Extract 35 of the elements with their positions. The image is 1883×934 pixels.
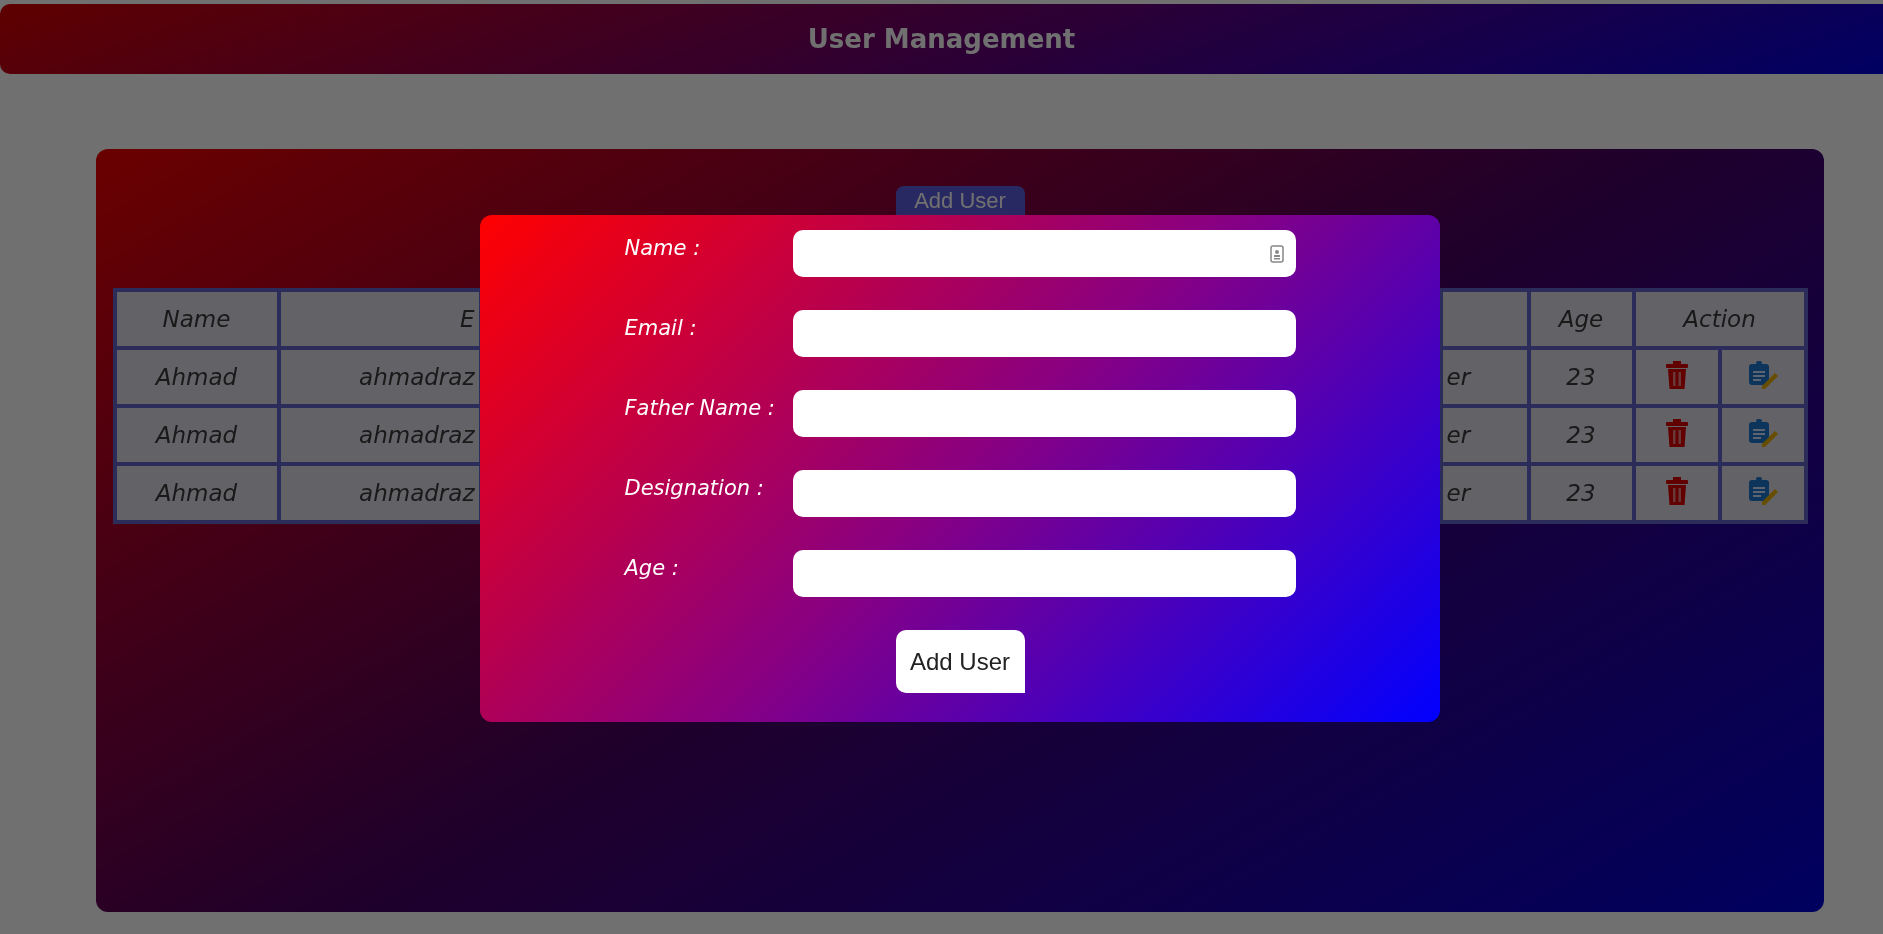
field-label: Father Name : (624, 395, 776, 420)
table-cell: Ahmad (114, 348, 279, 406)
column-header: E (278, 290, 481, 348)
field-label: Name : (624, 235, 702, 260)
trash-icon[interactable] (1664, 360, 1689, 389)
table-cell: er (1440, 348, 1529, 406)
input-field[interactable] (792, 550, 1296, 597)
column-header: Name (114, 290, 279, 348)
table-cell: er (1440, 406, 1529, 464)
contact-card-icon[interactable] (1269, 244, 1284, 263)
table-cell: 23 (1528, 348, 1634, 406)
column-header: Age (1528, 290, 1634, 348)
table-cell: ahmadraz (278, 406, 481, 464)
edit-icon[interactable] (1747, 418, 1778, 447)
table-cell: Ahmad (114, 464, 279, 522)
table-cell: 23 (1528, 406, 1634, 464)
field-label: Age : (624, 555, 680, 580)
table-cell: ahmadraz (278, 348, 481, 406)
edit-icon[interactable] (1747, 360, 1778, 389)
add-user-button[interactable]: Add User (895, 630, 1025, 693)
table-cell: Ahmad (114, 406, 279, 464)
column-header: Action (1633, 290, 1806, 348)
input-field[interactable] (792, 230, 1296, 277)
field-label: Email : (624, 315, 698, 340)
edit-icon[interactable] (1747, 476, 1778, 505)
trash-icon[interactable] (1664, 476, 1689, 505)
input-field[interactable] (792, 310, 1296, 357)
table-cell: ahmadraz (278, 464, 481, 522)
table-cell: er (1440, 464, 1529, 522)
input-field[interactable] (792, 390, 1296, 437)
table-cell: 23 (1528, 464, 1634, 522)
field-label: Designation : (624, 475, 765, 500)
input-field[interactable] (792, 470, 1296, 517)
trash-icon[interactable] (1664, 418, 1689, 447)
page-title: User Management (807, 24, 1076, 54)
